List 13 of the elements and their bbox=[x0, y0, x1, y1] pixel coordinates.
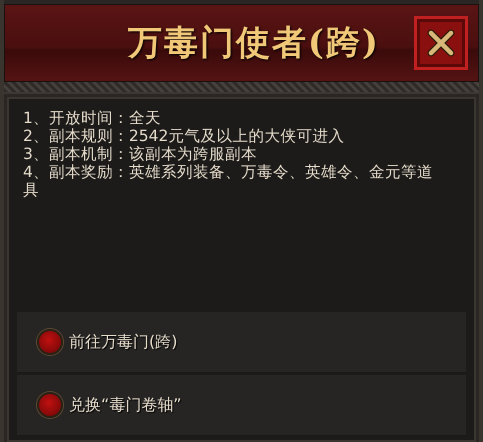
option-row[interactable]: 兑换“毒门卷轴” bbox=[17, 375, 466, 436]
info-line: 2、副本规则：2542元气及以上的大侠可进入 bbox=[23, 127, 346, 145]
bullet-icon bbox=[37, 329, 63, 355]
option-label: 兑换“毒门卷轴” bbox=[69, 394, 182, 416]
option-label: 前往万毒门(跨) bbox=[69, 332, 178, 352]
info-line: 3、副本机制：该副本为跨服副本 bbox=[23, 145, 258, 163]
info-line: 4、副本奖励：英雄系列装备、万毒令、英雄令、金元等道具 bbox=[23, 163, 434, 199]
close-icon bbox=[426, 28, 456, 58]
close-button[interactable] bbox=[414, 16, 468, 70]
window-title: 万毒门使者(跨) bbox=[128, 22, 380, 65]
bullet-icon bbox=[37, 392, 63, 418]
info-line: 1、开放时间：全天 bbox=[23, 109, 162, 127]
option-row[interactable]: 前往万毒门(跨) bbox=[17, 312, 466, 373]
